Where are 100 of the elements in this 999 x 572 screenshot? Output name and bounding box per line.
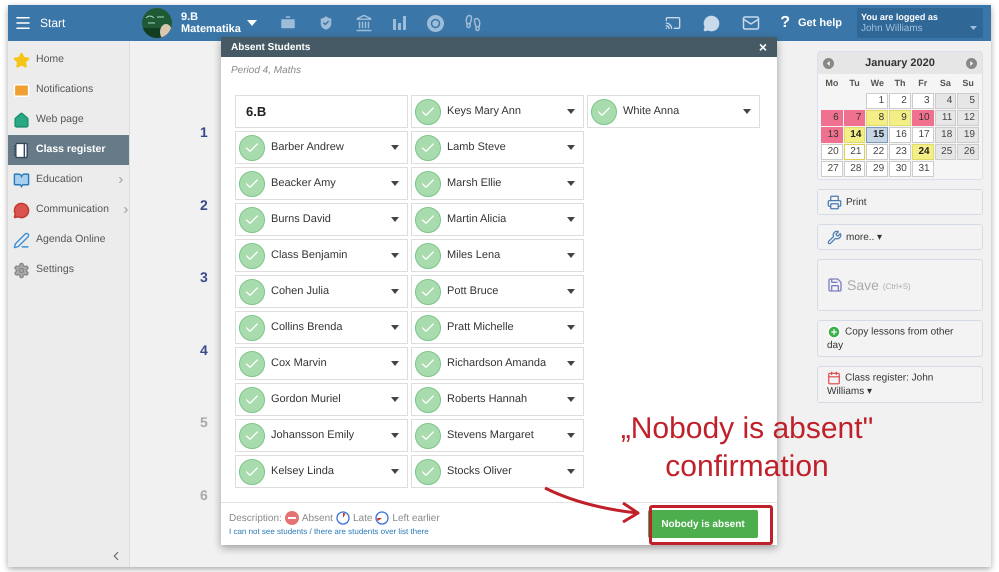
close-button[interactable]: ×: [758, 40, 767, 54]
caret-icon: [391, 397, 399, 402]
next-month-icon[interactable]: [966, 58, 977, 68]
calendar-day[interactable]: 31: [912, 161, 934, 177]
calendar-day[interactable]: 18: [934, 127, 956, 143]
student-dropdown[interactable]: Pott Bruce: [411, 275, 584, 308]
check-icon: [415, 314, 441, 340]
student-dropdown[interactable]: Keys Mary Ann: [411, 95, 584, 128]
cast-icon[interactable]: [665, 15, 682, 31]
student-dropdown[interactable]: Cox Marvin: [235, 347, 408, 380]
previous-month-icon[interactable]: [823, 58, 834, 68]
student-dropdown[interactable]: Gordon Muriel: [235, 383, 408, 416]
sidebar-item[interactable]: Web page: [8, 105, 129, 135]
calendar-day[interactable]: 28: [844, 161, 866, 177]
legend-text: Absent: [302, 512, 333, 526]
student-dropdown[interactable]: Class Benjamin: [235, 239, 408, 272]
calendar-day[interactable]: 2: [889, 93, 911, 109]
bank-icon[interactable]: [354, 14, 373, 32]
sidebar-item[interactable]: Class register: [8, 135, 129, 165]
student-dropdown[interactable]: Collins Brenda: [235, 311, 408, 344]
student-dropdown[interactable]: Beacker Amy: [235, 167, 408, 200]
calendar-day[interactable]: 11: [934, 110, 956, 126]
sidebar-item[interactable]: Education: [8, 165, 129, 195]
calendar-day[interactable]: 14: [844, 127, 866, 143]
check-icon: [415, 350, 441, 376]
caret-icon: [391, 145, 399, 150]
calendar-day[interactable]: 23: [889, 144, 911, 160]
chat-icon[interactable]: [703, 14, 720, 32]
sidebar-label: Class register: [36, 142, 106, 158]
student-dropdown[interactable]: Miles Lena: [411, 239, 584, 272]
student-dropdown[interactable]: Lamb Steve: [411, 131, 584, 164]
caret-icon: [567, 325, 575, 330]
student-dropdown[interactable]: Richardson Amanda: [411, 347, 584, 380]
calendar-day[interactable]: 4: [934, 93, 956, 109]
student-name: Lamb Steve: [447, 140, 507, 156]
caret-icon[interactable]: [246, 20, 257, 26]
calendar-day[interactable]: 3: [912, 93, 934, 109]
calendar-day[interactable]: 19: [957, 127, 979, 143]
action-button[interactable]: Print: [817, 189, 983, 215]
calendar-day[interactable]: 15: [866, 127, 888, 143]
sidebar-label: Settings: [36, 262, 74, 278]
period-number: 1: [200, 124, 208, 140]
calendar-day[interactable]: 13: [821, 127, 843, 143]
student-dropdown[interactable]: Kelsey Linda: [235, 455, 408, 488]
calendar-day[interactable]: 12: [957, 110, 979, 126]
sidebar-label: Agenda Online: [36, 232, 106, 248]
help-icon[interactable]: ?: [780, 11, 790, 35]
student-dropdown[interactable]: Pratt Michelle: [411, 311, 584, 344]
calendar-day[interactable]: 17: [912, 127, 934, 143]
sidebar-item[interactable]: Home: [8, 45, 129, 75]
calendar-day[interactable]: 25: [934, 144, 956, 160]
user-dropdown[interactable]: You are logged as John Williams: [857, 8, 983, 38]
caret-icon: [567, 253, 575, 258]
calendar-day[interactable]: 22: [866, 144, 888, 160]
calendar-day[interactable]: 21: [844, 144, 866, 160]
calendar-day[interactable]: 8: [866, 110, 888, 126]
get-help-link[interactable]: Get help: [798, 14, 842, 32]
calendar-day[interactable]: 6: [821, 110, 843, 126]
sidebar-item[interactable]: Notifications: [8, 75, 129, 105]
sidebar-item[interactable]: Agenda Online: [8, 225, 129, 255]
calendar-day[interactable]: 26: [957, 144, 979, 160]
calendar-day[interactable]: 16: [889, 127, 911, 143]
student-dropdown[interactable]: White Anna: [587, 95, 760, 128]
caret-icon: [391, 469, 399, 474]
student-name: White Anna: [623, 104, 680, 120]
student-dropdown[interactable]: Johansson Emily: [235, 419, 408, 452]
circle-icon[interactable]: [426, 14, 444, 32]
sidebar-item[interactable]: Communication: [8, 195, 129, 225]
calendar-day[interactable]: 5: [957, 93, 979, 109]
calendar-day[interactable]: 10: [912, 110, 934, 126]
calendar-day[interactable]: 20: [821, 144, 843, 160]
action-button[interactable]: Class register: John Williams ▾: [817, 366, 983, 403]
student-dropdown[interactable]: Roberts Hannah: [411, 383, 584, 416]
caret-icon: [567, 469, 575, 474]
calendar-day[interactable]: 24: [912, 144, 934, 160]
student-dropdown[interactable]: Barber Andrew: [235, 131, 408, 164]
weekday-label: We: [870, 77, 885, 90]
period-number: 5: [200, 414, 208, 430]
calendar-day[interactable]: 27: [821, 161, 843, 177]
student-name: Marsh Ellie: [447, 176, 502, 192]
sidebar-item[interactable]: Settings: [8, 255, 129, 285]
student-dropdown[interactable]: Stocks Oliver: [411, 455, 584, 488]
student-dropdown[interactable]: Burns David: [235, 203, 408, 236]
weekday-label: Fr: [917, 77, 928, 90]
calendar-day[interactable]: 30: [889, 161, 911, 177]
student-dropdown[interactable]: Stevens Margaret: [411, 419, 584, 452]
action-button[interactable]: more.. ▾: [817, 224, 983, 250]
menu-icon[interactable]: [14, 14, 32, 32]
calendar-day[interactable]: 29: [866, 161, 888, 177]
calendar-day[interactable]: 1: [866, 93, 888, 109]
bar-chart-icon[interactable]: [392, 16, 407, 30]
student-dropdown[interactable]: Cohen Julia: [235, 275, 408, 308]
mail-icon[interactable]: [742, 14, 760, 32]
calendar-day[interactable]: 7: [844, 110, 866, 126]
calendar-day[interactable]: 9: [889, 110, 911, 126]
student-dropdown[interactable]: Marsh Ellie: [411, 167, 584, 200]
start-label[interactable]: Start: [40, 14, 66, 32]
help-link[interactable]: I can not see students / there are students over list there: [229, 526, 440, 538]
student-dropdown[interactable]: Martin Alicia: [411, 203, 584, 236]
action-button[interactable]: Copy lessons from other day: [817, 320, 983, 357]
